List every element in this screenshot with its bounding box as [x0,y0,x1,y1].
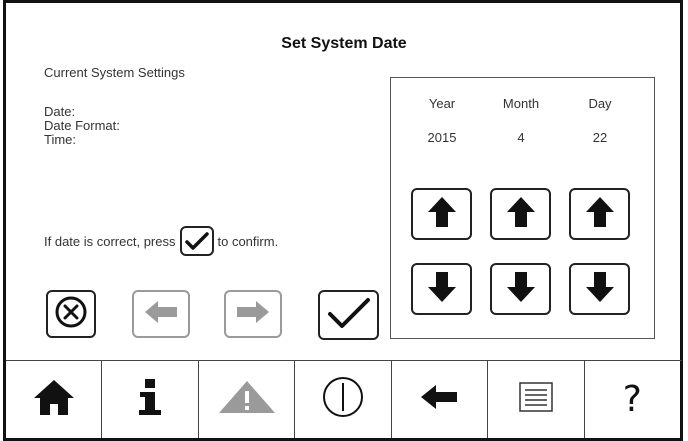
time-label: Time: [44,132,77,147]
arrow-right-icon [235,299,271,330]
month-decrement-button[interactable] [490,263,551,315]
previous-button[interactable] [132,290,190,338]
year-header: Year [428,96,456,111]
help-icon: ? [622,379,642,420]
confirm-button[interactable] [318,290,379,340]
day-decrement-button[interactable] [569,263,630,315]
nav-power[interactable] [295,361,392,438]
back-arrow-icon [419,383,459,416]
next-button[interactable] [224,290,282,338]
power-icon [321,375,365,424]
month-value: 4 [517,130,525,145]
year-decrement-button[interactable] [411,263,472,315]
nav-back[interactable] [392,361,489,438]
date-label: Date: [44,104,76,119]
nav-home[interactable] [6,361,103,438]
day-header: Day [588,96,612,111]
month-increment-button[interactable] [490,188,551,240]
arrow-left-icon [143,299,179,330]
arrow-down-icon [506,270,536,309]
home-icon [32,377,76,422]
inline-checkmark-icon [179,226,214,256]
info-icon [135,377,165,422]
confirm-text-after: to confirm. [217,233,279,249]
nav-info[interactable] [102,361,199,438]
bottom-nav: ? [6,361,680,438]
nav-alerts[interactable] [199,361,296,438]
checkmark-icon [326,296,372,335]
year-increment-button[interactable] [411,188,472,240]
nav-menu[interactable] [488,361,585,438]
cancel-button[interactable] [46,290,96,338]
circle-x-icon [54,295,88,334]
arrow-up-icon [585,195,615,234]
day-value: 22 [592,130,608,145]
current-settings-label: Current System Settings [44,65,185,80]
confirm-text-before: If date is correct, press [44,233,176,249]
warning-icon [217,379,277,420]
arrow-up-icon [427,195,457,234]
day-increment-button[interactable] [569,188,630,240]
month-header: Month [502,96,540,111]
date-format-label: Date Format: [44,118,120,133]
year-value: 2015 [427,130,457,145]
confirm-instruction: If date is correct, press to confirm. [44,226,278,256]
list-icon [519,382,553,417]
arrow-down-icon [585,270,615,309]
nav-help[interactable]: ? [585,361,680,438]
page-title: Set System Date [281,35,407,52]
arrow-up-icon [506,195,536,234]
arrow-down-icon [427,270,457,309]
